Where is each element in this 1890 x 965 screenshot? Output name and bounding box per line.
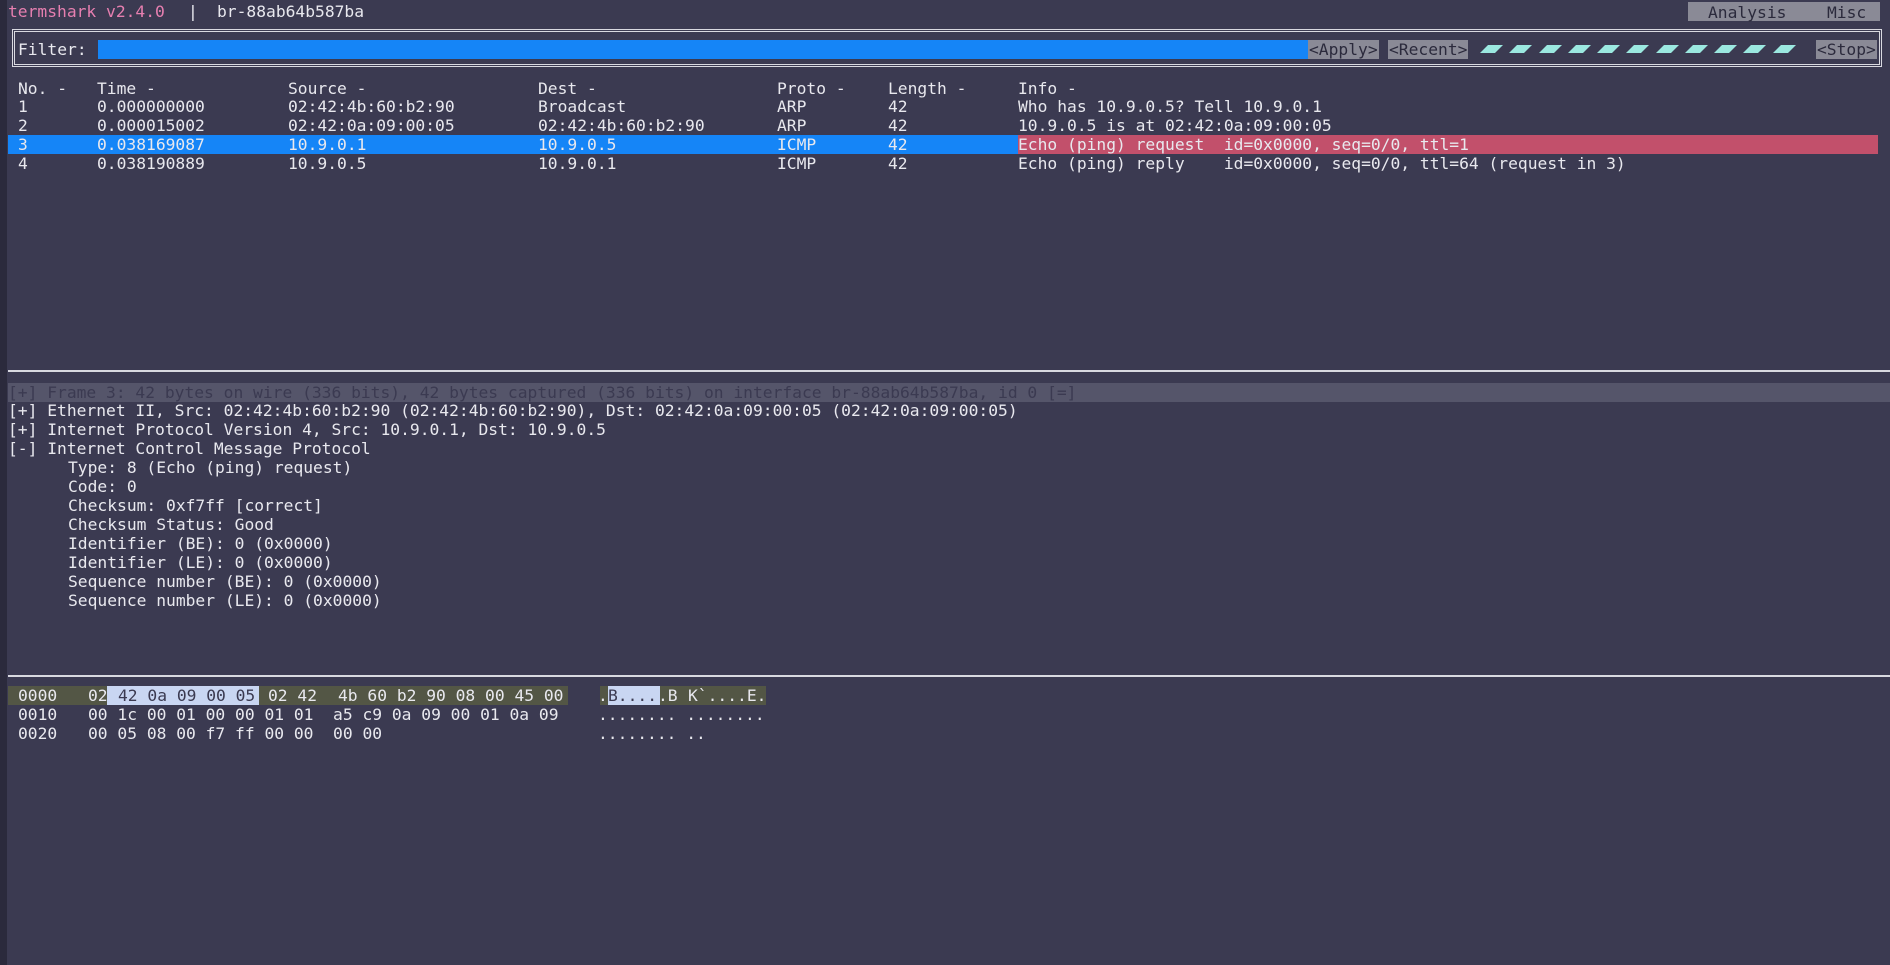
- cell-dest: 10.9.0.1: [538, 154, 617, 173]
- packet-row[interactable]: 2 0.000015002 02:42:0a:09:00:05 02:42:4b…: [8, 116, 1878, 135]
- cell-info: Echo (ping) reply id=0x0000, seq=0/0, tt…: [1018, 154, 1626, 173]
- col-time[interactable]: Time -: [97, 79, 156, 98]
- cell-no: 1: [18, 97, 28, 116]
- loading-indicator: [1478, 44, 1800, 56]
- cell-length: 42: [888, 135, 908, 154]
- hex-bytes[interactable]: 00 05 08 00 f7 ff 00 00 00 00: [88, 724, 382, 743]
- loading-stripe: [1537, 44, 1566, 56]
- ascii-bytes[interactable]: .: [598, 686, 608, 705]
- detail-icmp-checksum[interactable]: Checksum: 0xf7ff [correct]: [68, 496, 323, 515]
- loading-stripe: [1478, 44, 1507, 56]
- cell-time: 0.038169087: [97, 135, 205, 154]
- loading-stripe: [1507, 44, 1536, 56]
- cell-proto: ICMP: [777, 154, 817, 173]
- loading-stripe: [1741, 44, 1770, 56]
- packet-row[interactable]: 1 0.000000000 02:42:4b:60:b2:90 Broadcas…: [8, 97, 1878, 116]
- cell-info: Echo (ping) request id=0x0000, seq=0/0, …: [1018, 135, 1469, 154]
- ascii-bytes[interactable]: .B: [658, 686, 678, 705]
- cell-info: 10.9.0.5 is at 02:42:0a:09:00:05: [1018, 116, 1332, 135]
- cell-proto: ICMP: [777, 135, 817, 154]
- hex-bytes-selected[interactable]: 42 0a 09 00 05: [118, 686, 255, 705]
- cell-no: 3: [18, 135, 28, 154]
- cell-dest: Broadcast: [538, 97, 627, 116]
- filter-input[interactable]: [98, 40, 1308, 59]
- cell-dest: 10.9.0.5: [538, 135, 617, 154]
- menu-analysis[interactable]: Analysis: [1708, 3, 1786, 22]
- cell-no: 2: [18, 116, 28, 135]
- detail-icmp[interactable]: [-] Internet Control Message Protocol: [8, 439, 371, 458]
- recent-button[interactable]: <Recent>: [1388, 40, 1469, 59]
- col-dest[interactable]: Dest -: [538, 79, 597, 98]
- loading-stripe: [1595, 44, 1624, 56]
- cell-source: 10.9.0.5: [288, 154, 367, 173]
- detail-icmp-seq-be[interactable]: Sequence number (BE): 0 (0x0000): [68, 572, 382, 591]
- col-source[interactable]: Source -: [288, 79, 366, 98]
- cell-no: 4: [18, 154, 28, 173]
- pane-divider-bottom[interactable]: [8, 675, 1890, 677]
- hex-bytes[interactable]: 02: [88, 686, 108, 705]
- ascii-bytes[interactable]: K`....E.: [688, 686, 766, 705]
- cell-source: 02:42:0a:09:00:05: [288, 116, 455, 135]
- cell-length: 42: [888, 116, 908, 135]
- cell-dest: 02:42:4b:60:b2:90: [538, 116, 705, 135]
- cell-info: Who has 10.9.0.5? Tell 10.9.0.1: [1018, 97, 1322, 116]
- menu-bar: Analysis Misc: [1688, 2, 1880, 22]
- cell-time: 0.000015002: [97, 116, 205, 135]
- loading-stripe: [1624, 44, 1653, 56]
- hex-bytes[interactable]: 02 42: [268, 686, 317, 705]
- hex-offset: 0010: [18, 705, 58, 724]
- detail-icmp-identifier-le[interactable]: Identifier (LE): 0 (0x0000): [68, 553, 333, 572]
- cell-length: 42: [888, 97, 908, 116]
- ascii-bytes[interactable]: ........ ........: [598, 705, 765, 724]
- ascii-bytes-selected[interactable]: B....: [608, 686, 657, 705]
- app-title: termshark v2.4.0: [8, 2, 165, 21]
- detail-ip[interactable]: [+] Internet Protocol Version 4, Src: 10…: [8, 420, 606, 439]
- col-info[interactable]: Info -: [1018, 79, 1077, 98]
- loading-stripe: [1771, 44, 1800, 56]
- loading-stripe: [1654, 44, 1683, 56]
- title-separator: |: [188, 2, 198, 21]
- detail-icmp-seq-le[interactable]: Sequence number (LE): 0 (0x0000): [68, 591, 382, 610]
- packet-row[interactable]: 4 0.038190889 10.9.0.5 10.9.0.1 ICMP 42 …: [8, 154, 1878, 173]
- left-edge: [0, 0, 7, 965]
- detail-icmp-checksum-status[interactable]: Checksum Status: Good: [68, 515, 274, 534]
- detail-frame[interactable]: [+] Frame 3: 42 bytes on wire (336 bits)…: [8, 383, 1890, 402]
- hex-bytes[interactable]: 4b 60 b2 90 08 00 45 00: [338, 686, 563, 705]
- ascii-bytes[interactable]: ........ ..: [598, 724, 706, 743]
- cell-length: 42: [888, 154, 908, 173]
- loading-stripe: [1566, 44, 1595, 56]
- loading-stripe: [1712, 44, 1741, 56]
- detail-icmp-code[interactable]: Code: 0: [68, 477, 137, 496]
- cell-time: 0.038190889: [97, 154, 205, 173]
- cell-time: 0.000000000: [97, 97, 205, 116]
- stop-button[interactable]: <Stop>: [1816, 40, 1877, 59]
- cell-source: 10.9.0.1: [288, 135, 367, 154]
- detail-ethernet[interactable]: [+] Ethernet II, Src: 02:42:4b:60:b2:90 …: [8, 401, 1018, 420]
- cell-proto: ARP: [777, 116, 807, 135]
- hex-offset: 0000: [18, 686, 58, 705]
- col-length[interactable]: Length -: [888, 79, 966, 98]
- cell-source: 02:42:4b:60:b2:90: [288, 97, 455, 116]
- pane-divider-top[interactable]: [8, 370, 1890, 372]
- loading-stripe: [1683, 44, 1712, 56]
- filter-label: Filter:: [18, 40, 87, 59]
- col-proto[interactable]: Proto -: [777, 79, 846, 98]
- hex-bytes[interactable]: 00 1c 00 01 00 00 01 01 a5 c9 0a 09 00 0…: [88, 705, 559, 724]
- detail-icmp-type[interactable]: Type: 8 (Echo (ping) request): [68, 458, 352, 477]
- menu-misc[interactable]: Misc: [1827, 3, 1866, 22]
- detail-icmp-identifier-be[interactable]: Identifier (BE): 0 (0x0000): [68, 534, 333, 553]
- col-no[interactable]: No. -: [18, 79, 67, 98]
- interface-name: br-88ab64b587ba: [217, 2, 365, 21]
- hex-offset: 0020: [18, 724, 58, 743]
- apply-button[interactable]: <Apply>: [1308, 40, 1379, 59]
- cell-proto: ARP: [777, 97, 807, 116]
- packet-row-selected[interactable]: 3 0.038169087 10.9.0.1 10.9.0.5 ICMP 42 …: [8, 135, 1878, 154]
